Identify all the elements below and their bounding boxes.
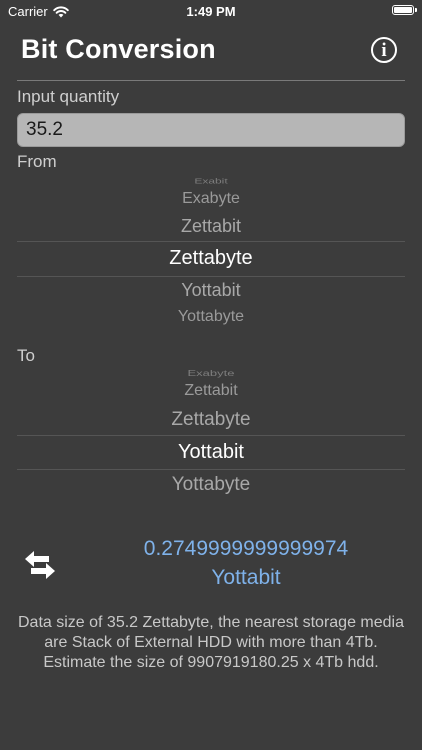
battery-level [394,7,412,13]
result-value: 0.2749999999999974 [143,537,349,560]
to-picker[interactable]: Exabyte Zettabit Zettabyte Yottabit Yott… [17,364,405,506]
battery-cap [415,8,417,12]
from-selection-bottom [17,276,405,277]
battery-icon [392,5,414,15]
quantity-input[interactable] [17,113,405,147]
info-icon: i [381,39,387,61]
from-picker[interactable]: Exabit Exabyte Zettabit Zettabyte Yottab… [17,172,405,332]
from-option-5[interactable]: Yottabyte [17,308,405,326]
from-option-0[interactable]: Exabit [17,177,405,186]
to-option-selected[interactable]: Yottabit [17,441,405,464]
info-button[interactable]: i [371,37,397,63]
from-option-1[interactable]: Exabyte [17,190,405,208]
result-unit: Yottabit [211,566,281,589]
swap-arrows-icon[interactable] [22,547,58,583]
to-selection-bottom [17,469,405,470]
nav-divider [17,80,405,81]
status-time: 1:49 PM [186,4,236,19]
from-selection-top [17,241,405,242]
to-option-0[interactable]: Exabyte [17,369,405,378]
to-selection-top [17,435,405,436]
from-option-2[interactable]: Zettabit [17,216,405,237]
from-label: From [17,152,57,171]
from-option-selected[interactable]: Zettabyte [17,247,405,270]
from-option-4[interactable]: Yottabit [17,280,405,301]
to-option-2[interactable]: Zettabyte [17,409,405,431]
status-bar: Carrier 1:49 PM [0,0,422,24]
page-title: Bit Conversion [21,34,216,64]
input-quantity-label: Input quantity [17,87,120,106]
to-option-4[interactable]: Yottabyte [17,474,405,496]
storage-description: Data size of 35.2 Zettabyte, the nearest… [18,614,404,671]
to-option-1[interactable]: Zettabit [17,382,405,400]
to-label: To [17,346,35,365]
